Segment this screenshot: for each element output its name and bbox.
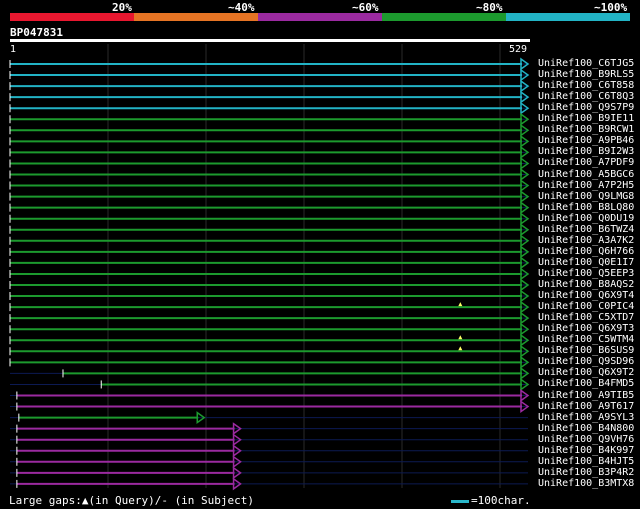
hit-label[interactable]: UniRef100_B4K997	[538, 445, 634, 456]
hit-label[interactable]: UniRef100_A9PB46	[538, 135, 634, 146]
hit-label[interactable]: UniRef100_C6T8Q3	[538, 91, 634, 102]
hit-label[interactable]: UniRef100_A3A7K2	[538, 235, 634, 246]
hit-label[interactable]: UniRef100_A5BGC6	[538, 169, 634, 180]
hit-label[interactable]: UniRef100_B6SUS9	[538, 345, 634, 356]
hit-label[interactable]: UniRef100_Q6X9T3	[538, 323, 634, 334]
hit-label[interactable]: UniRef100_C5XTD7	[538, 312, 634, 323]
hit-label[interactable]: UniRef100_B9I2W3	[538, 146, 634, 157]
hit-label[interactable]: UniRef100_Q6X9T4	[538, 290, 634, 301]
hit-label[interactable]: UniRef100_A9SYL3	[538, 412, 634, 423]
hit-label[interactable]: UniRef100_B6TWZ4	[538, 224, 634, 235]
hit-label[interactable]: UniRef100_Q9S7P9	[538, 102, 634, 113]
hit-label[interactable]: UniRef100_B3P4R2	[538, 467, 634, 478]
hit-label[interactable]: UniRef100_Q0DU19	[538, 213, 634, 224]
query-gap-marker	[458, 335, 463, 340]
hit-label[interactable]: UniRef100_Q9LMG8	[538, 191, 634, 202]
scale-legend: =100char.	[451, 494, 531, 507]
hit-label[interactable]: UniRef100_A9TIB5	[538, 390, 634, 401]
hit-label[interactable]: UniRef100_B4FMD5	[538, 378, 634, 389]
query-gap-marker	[458, 302, 463, 307]
hit-label[interactable]: UniRef100_C6T858	[538, 80, 634, 91]
hit-label[interactable]: UniRef100_B9IE11	[538, 113, 634, 124]
hit-label[interactable]: UniRef100_Q9SD96	[538, 356, 634, 367]
hit-label[interactable]: UniRef100_A7P2H5	[538, 180, 634, 191]
scale-legend-text: =100char.	[471, 494, 531, 507]
hit-label[interactable]: UniRef100_C5WTM4	[538, 334, 634, 345]
hit-label[interactable]: UniRef100_Q6X9T2	[538, 367, 634, 378]
hit-label[interactable]: UniRef100_C0PIC4	[538, 301, 634, 312]
hit-label[interactable]: UniRef100_B8LQ80	[538, 202, 634, 213]
hit-label[interactable]: UniRef100_A9T617	[538, 401, 634, 412]
hit-label[interactable]: UniRef100_B9RCW1	[538, 124, 634, 135]
hit-label[interactable]: UniRef100_B9RLS5	[538, 69, 634, 80]
hit-label[interactable]: UniRef100_A7PDF9	[538, 157, 634, 168]
hit-label[interactable]: UniRef100_B4N800	[538, 423, 634, 434]
hit-label[interactable]: UniRef100_B4HJT5	[538, 456, 634, 467]
hit-label[interactable]: UniRef100_Q0E1I7	[538, 257, 634, 268]
hit-label[interactable]: UniRef100_Q6H766	[538, 246, 634, 257]
hit-label[interactable]: UniRef100_B3MTX8	[538, 478, 634, 489]
hit-label[interactable]: UniRef100_C6TJG5	[538, 58, 634, 69]
hit-label[interactable]: UniRef100_B8AQS2	[538, 279, 634, 290]
scale-legend-swatch	[451, 499, 469, 503]
gap-legend-text: Large gaps:▲(in Query)/- (in Subject)	[9, 494, 255, 507]
hit-label[interactable]: UniRef100_Q5EEP3	[538, 268, 634, 279]
hit-label[interactable]: UniRef100_Q9VH76	[538, 434, 634, 445]
query-gap-marker	[458, 346, 463, 351]
